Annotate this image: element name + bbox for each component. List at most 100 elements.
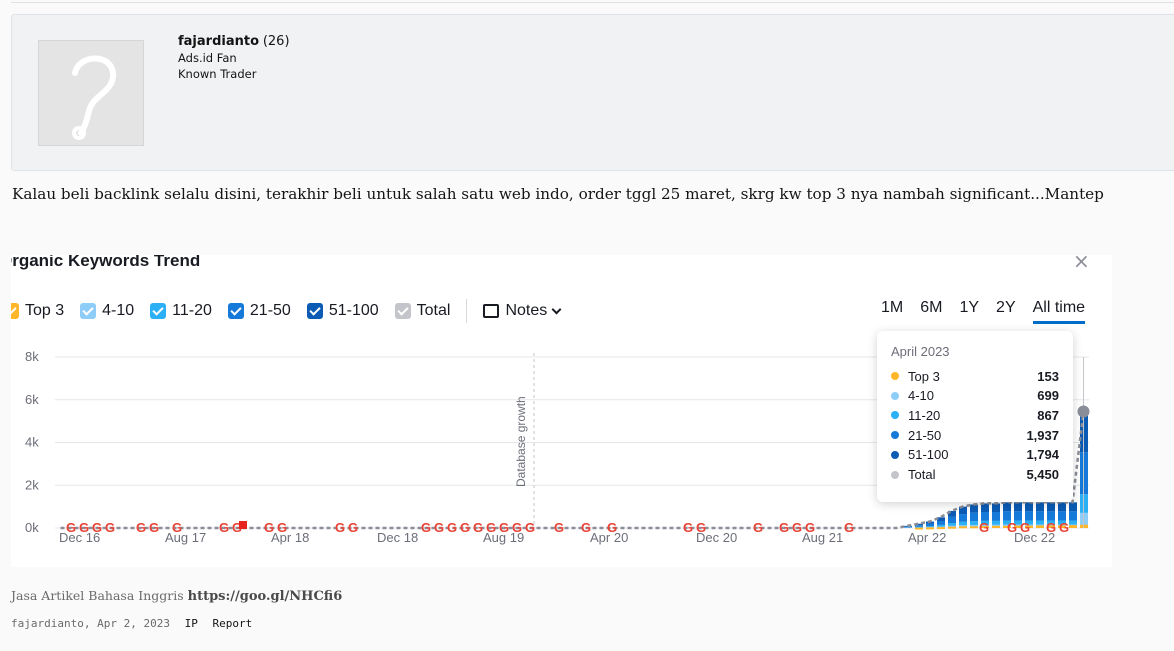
legend-item-21-50[interactable]: 21-50 [227, 302, 291, 320]
dot-icon [891, 372, 899, 380]
legend-label: 21-50 [249, 302, 291, 319]
range-1y[interactable]: 1Y [959, 299, 979, 324]
tooltip-value: 153 [1037, 368, 1059, 384]
bar-segment [1069, 520, 1077, 525]
google-update-icon: G [149, 520, 159, 535]
tooltip-value: 5,450 [1026, 467, 1059, 482]
user-title: Ads.id Fan [178, 51, 237, 65]
checkbox-icon[interactable] [306, 303, 323, 319]
close-icon[interactable]: × [1073, 255, 1090, 273]
google-update-icon: G [277, 520, 287, 535]
range-2y[interactable]: 2Y [996, 299, 1016, 324]
google-update-icon: G [844, 520, 854, 535]
google-update-icon: G [792, 520, 802, 535]
bar-segment [915, 525, 923, 527]
signature-link[interactable]: https://goo.gl/NHCfi6 [188, 589, 343, 604]
tooltip-row: 51-100 1,794 [891, 445, 1059, 465]
avatar[interactable] [38, 40, 144, 146]
google-update-icon: G [92, 520, 102, 535]
tooltip-row: Total 5,450 [891, 465, 1059, 485]
chart-legend: Top 3 4-10 11-20 21-50 51-100 Total Notes [11, 299, 562, 323]
hover-point [1077, 405, 1090, 418]
post-author-date[interactable]: fajardianto, Apr 2, 2023 [11, 617, 170, 630]
legend-label: 51-100 [328, 302, 379, 319]
y-tick-label: 4k [25, 435, 39, 450]
annotation-label: Database growth [514, 396, 528, 487]
google-update-icon: G [264, 520, 274, 535]
google-update-icon: G [66, 520, 76, 535]
flag-icon [239, 521, 247, 529]
y-tick-label: 2k [25, 477, 39, 492]
bar-segment [948, 523, 956, 526]
bar-segment-top3 [937, 527, 945, 530]
tooltip-row: 11-20 867 [891, 405, 1059, 425]
username[interactable]: fajardianto [178, 34, 259, 49]
legend-item-4-10[interactable]: 4-10 [80, 302, 134, 320]
bar-segment-top3 [959, 526, 967, 529]
signature-text: Jasa Artikel Bahasa Inggris [11, 588, 184, 603]
google-update-icon: G [136, 520, 146, 535]
range-6m[interactable]: 6M [920, 299, 942, 324]
report-link[interactable]: Report [212, 617, 252, 630]
top-divider [11, 0, 1174, 3]
notes-dropdown[interactable]: Notes [483, 302, 562, 320]
checkbox-icon[interactable] [227, 303, 244, 319]
ip-link[interactable]: IP [185, 617, 198, 630]
legend-item-51-100[interactable]: 51-100 [306, 302, 379, 320]
range-all-time[interactable]: All time [1032, 299, 1086, 324]
chart-tooltip: April 2023 Top 3 153 4-10 699 11-20 867 21-50 1… [877, 331, 1073, 502]
checkbox-icon[interactable] [394, 303, 411, 319]
google-update-icon: G [512, 520, 522, 535]
post-count: (26) [262, 34, 290, 49]
google-update-icon: G [421, 520, 431, 535]
google-update-icon: G [1020, 520, 1030, 535]
bar-segment [1036, 511, 1044, 521]
placeholder-avatar-icon [72, 55, 116, 140]
user-info: fajardianto (26) Ads.id Fan Known Trader [178, 33, 290, 82]
google-update-icon: G [486, 520, 496, 535]
legend-label: 11-20 [172, 302, 212, 319]
google-update-icon: G [683, 520, 693, 535]
tooltip-label: 4-10 [908, 388, 935, 404]
tooltip-value: 1,937 [1026, 427, 1059, 443]
google-update-icon: G [1046, 520, 1056, 535]
checkbox-icon[interactable] [11, 303, 19, 319]
bar-segment [959, 521, 967, 526]
dot-icon [891, 391, 899, 400]
google-update-icon: G [1007, 520, 1017, 535]
bar-segment [970, 504, 978, 513]
google-update-icon: G [607, 520, 617, 535]
comment-icon [483, 304, 500, 318]
google-update-icon: G [105, 520, 115, 535]
legend-item-top-3[interactable]: Top 3 [11, 302, 64, 320]
chevron-down-icon [551, 304, 562, 314]
legend-item-total[interactable]: Total [394, 302, 450, 320]
google-update-icon: G [79, 520, 89, 535]
tooltip-row: 21-50 1,937 [891, 425, 1059, 445]
bar-segment [992, 503, 1000, 513]
checkbox-icon[interactable] [150, 303, 167, 319]
bar-segment-top3 [915, 527, 923, 530]
checkbox-icon[interactable] [80, 303, 97, 319]
chart-image: Organic Keywords Trend × Top 3 4-10 11-20 2… [11, 255, 1112, 567]
google-update-icon: G [172, 520, 182, 535]
google-update-icon: G [753, 520, 763, 535]
bar-segment [937, 521, 945, 525]
bar-segment [937, 524, 945, 527]
signature: Jasa Artikel Bahasa Inggris https://goo.… [11, 588, 342, 604]
range-1m[interactable]: 1M [881, 299, 903, 324]
google-update-icon: G [499, 520, 509, 535]
bar-segment-top3 [1036, 525, 1044, 528]
bar-segment [1036, 502, 1044, 512]
tooltip-row: 4-10 699 [891, 386, 1059, 406]
google-update-icon: G [434, 520, 444, 535]
bar-segment [992, 520, 1000, 525]
tooltip-value: 699 [1037, 388, 1059, 404]
tooltip-value: 1,794 [1026, 447, 1059, 463]
legend-label: 4-10 [102, 302, 135, 319]
legend-item-11-20[interactable]: 11-20 [150, 302, 212, 320]
google-update-icon: G [779, 520, 789, 535]
bar-segment [1058, 502, 1066, 512]
google-update-icon: G [348, 520, 358, 535]
tooltip-title: April 2023 [891, 344, 950, 359]
